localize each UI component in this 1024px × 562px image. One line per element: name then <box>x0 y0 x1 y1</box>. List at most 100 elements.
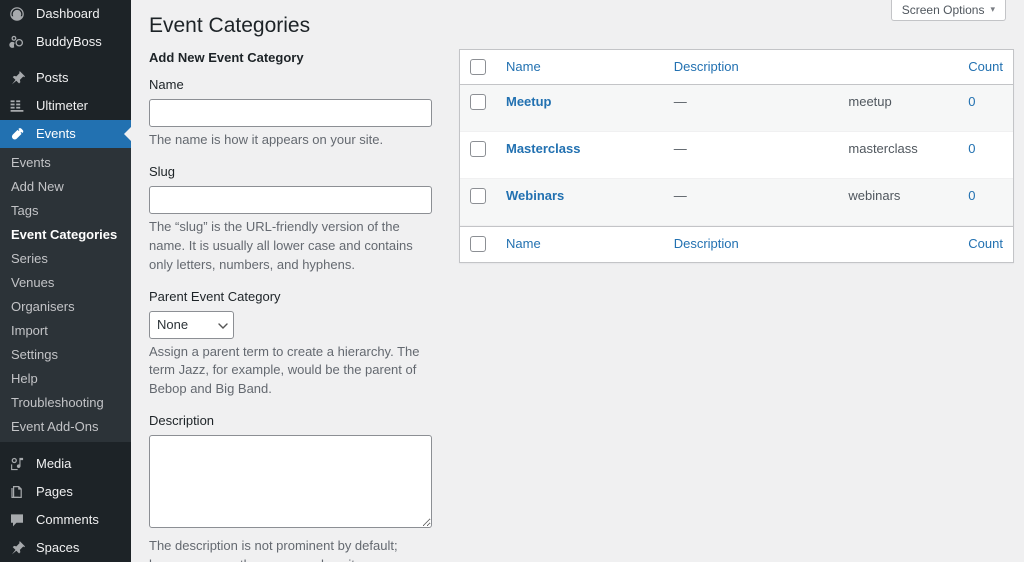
column-header-name: Name <box>496 50 664 85</box>
term-link[interactable]: Masterclass <box>506 141 580 156</box>
term-link[interactable]: Webinars <box>506 188 564 203</box>
column-header-count: Count <box>958 50 1013 85</box>
sort-count-link-footer[interactable]: Count <box>968 236 1003 251</box>
pin-icon <box>7 538 27 558</box>
screen-options-button[interactable]: Screen Options ▾ <box>891 0 1006 21</box>
count-link[interactable]: 0 <box>968 94 975 109</box>
sidebar-separator <box>0 442 131 450</box>
screen-options-label: Screen Options <box>902 3 985 17</box>
sidebar-item-label: Comments <box>36 511 99 529</box>
row-count-cell: 0 <box>958 179 1013 226</box>
sidebar-item-spaces[interactable]: Spaces <box>0 534 131 562</box>
chevron-down-icon: ▾ <box>990 4 995 15</box>
row-slug-cell: masterclass <box>838 132 958 179</box>
submenu-item-organisers[interactable]: Organisers <box>0 295 131 319</box>
submenu-item-venues[interactable]: Venues <box>0 271 131 295</box>
sort-description-link[interactable]: Description <box>674 59 739 74</box>
term-link[interactable]: Meetup <box>506 94 552 109</box>
column-footer-description: Description <box>664 226 839 261</box>
column-header-description: Description <box>664 50 839 85</box>
row-name-cell: Webinars <box>496 179 664 226</box>
submenu-item-event-add-ons[interactable]: Event Add-Ons <box>0 415 131 439</box>
submenu-item-add-new[interactable]: Add New <box>0 175 131 199</box>
admin-page: Dashboard BuddyBoss Posts Ultimeter <box>0 0 1024 562</box>
submenu-item-troubleshooting[interactable]: Troubleshooting <box>0 391 131 415</box>
sidebar-item-comments[interactable]: Comments <box>0 506 131 534</box>
sidebar-item-label: Events <box>36 125 76 143</box>
table-body: Meetup — meetup 0 <box>460 85 1013 226</box>
row-checkbox[interactable] <box>470 188 486 204</box>
sidebar-item-media[interactable]: Media <box>0 450 131 478</box>
events-submenu: Events Add New Tags Event Categories Ser… <box>0 148 131 442</box>
sidebar-item-pages[interactable]: Pages <box>0 478 131 506</box>
table-row: Masterclass — masterclass 0 <box>460 132 1013 179</box>
add-term-form: Add New Event Category Name The name is … <box>149 49 439 562</box>
sidebar-item-posts[interactable]: Posts <box>0 64 131 92</box>
name-label: Name <box>149 77 439 94</box>
row-slug-cell: meetup <box>838 85 958 132</box>
column-footer-count: Count <box>958 226 1013 261</box>
submenu-item-event-categories[interactable]: Event Categories <box>0 223 131 247</box>
name-input[interactable] <box>149 99 432 127</box>
slug-help: The “slug” is the URL-friendly version o… <box>149 218 434 275</box>
buddyboss-icon <box>7 32 27 52</box>
parent-label: Parent Event Category <box>149 289 439 306</box>
sort-description-link-footer[interactable]: Description <box>674 236 739 251</box>
sidebar-item-ultimeter[interactable]: Ultimeter <box>0 92 131 120</box>
dashboard-icon <box>7 4 27 24</box>
sidebar-item-label: Spaces <box>36 539 79 557</box>
select-all-checkbox[interactable] <box>470 59 486 75</box>
parent-select-wrap: None <box>149 311 234 339</box>
sidebar-item-dashboard[interactable]: Dashboard <box>0 0 131 28</box>
description-help: The description is not prominent by defa… <box>149 537 434 562</box>
current-menu-arrow <box>124 126 131 142</box>
select-all-footer <box>460 226 496 261</box>
submenu-item-import[interactable]: Import <box>0 319 131 343</box>
add-term-column: Add New Event Category Name The name is … <box>149 49 439 562</box>
sidebar-item-label: Ultimeter <box>36 97 88 115</box>
row-count-cell: 0 <box>958 85 1013 132</box>
submenu-item-series[interactable]: Series <box>0 247 131 271</box>
row-select-cell <box>460 179 496 226</box>
count-link[interactable]: 0 <box>968 188 975 203</box>
submenu-item-events[interactable]: Events <box>0 151 131 175</box>
submenu-item-settings[interactable]: Settings <box>0 343 131 367</box>
column-footer-slug <box>838 226 958 261</box>
row-description-cell: — <box>664 132 839 179</box>
sort-name-link[interactable]: Name <box>506 59 541 74</box>
calendar-icon <box>7 124 27 144</box>
count-link[interactable]: 0 <box>968 141 975 156</box>
field-description: Description The description is not promi… <box>149 413 439 562</box>
row-checkbox[interactable] <box>470 94 486 110</box>
submenu-item-help[interactable]: Help <box>0 367 131 391</box>
row-checkbox[interactable] <box>470 141 486 157</box>
pin-icon <box>7 68 27 88</box>
table-foot: Name Description Count <box>460 226 1013 261</box>
sidebar-item-events[interactable]: Events <box>0 120 131 148</box>
row-slug-cell: webinars <box>838 179 958 226</box>
sidebar-item-label: Posts <box>36 69 69 87</box>
slug-input[interactable] <box>149 186 432 214</box>
table-row: Webinars — webinars 0 <box>460 179 1013 226</box>
sidebar-item-buddyboss[interactable]: BuddyBoss <box>0 28 131 56</box>
sort-count-link[interactable]: Count <box>968 59 1003 74</box>
media-icon <box>7 454 27 474</box>
columns-container: Add New Event Category Name The name is … <box>131 49 1024 562</box>
select-all-checkbox-footer[interactable] <box>470 236 486 252</box>
parent-select[interactable]: None <box>149 311 234 339</box>
row-select-cell <box>460 132 496 179</box>
description-textarea[interactable] <box>149 435 432 528</box>
table-header-row: Name Description Count <box>460 50 1013 85</box>
row-name-cell: Masterclass <box>496 132 664 179</box>
submenu-item-tags[interactable]: Tags <box>0 199 131 223</box>
table-footer-row: Name Description Count <box>460 226 1013 261</box>
event-categories-table: Name Description Count <box>459 49 1014 262</box>
row-count-cell: 0 <box>958 132 1013 179</box>
column-header-slug <box>838 50 958 85</box>
admin-sidebar: Dashboard BuddyBoss Posts Ultimeter <box>0 0 131 562</box>
column-footer-name: Name <box>496 226 664 261</box>
sidebar-item-label: BuddyBoss <box>36 33 102 51</box>
slug-label: Slug <box>149 164 439 181</box>
description-label: Description <box>149 413 439 430</box>
sort-name-link-footer[interactable]: Name <box>506 236 541 251</box>
